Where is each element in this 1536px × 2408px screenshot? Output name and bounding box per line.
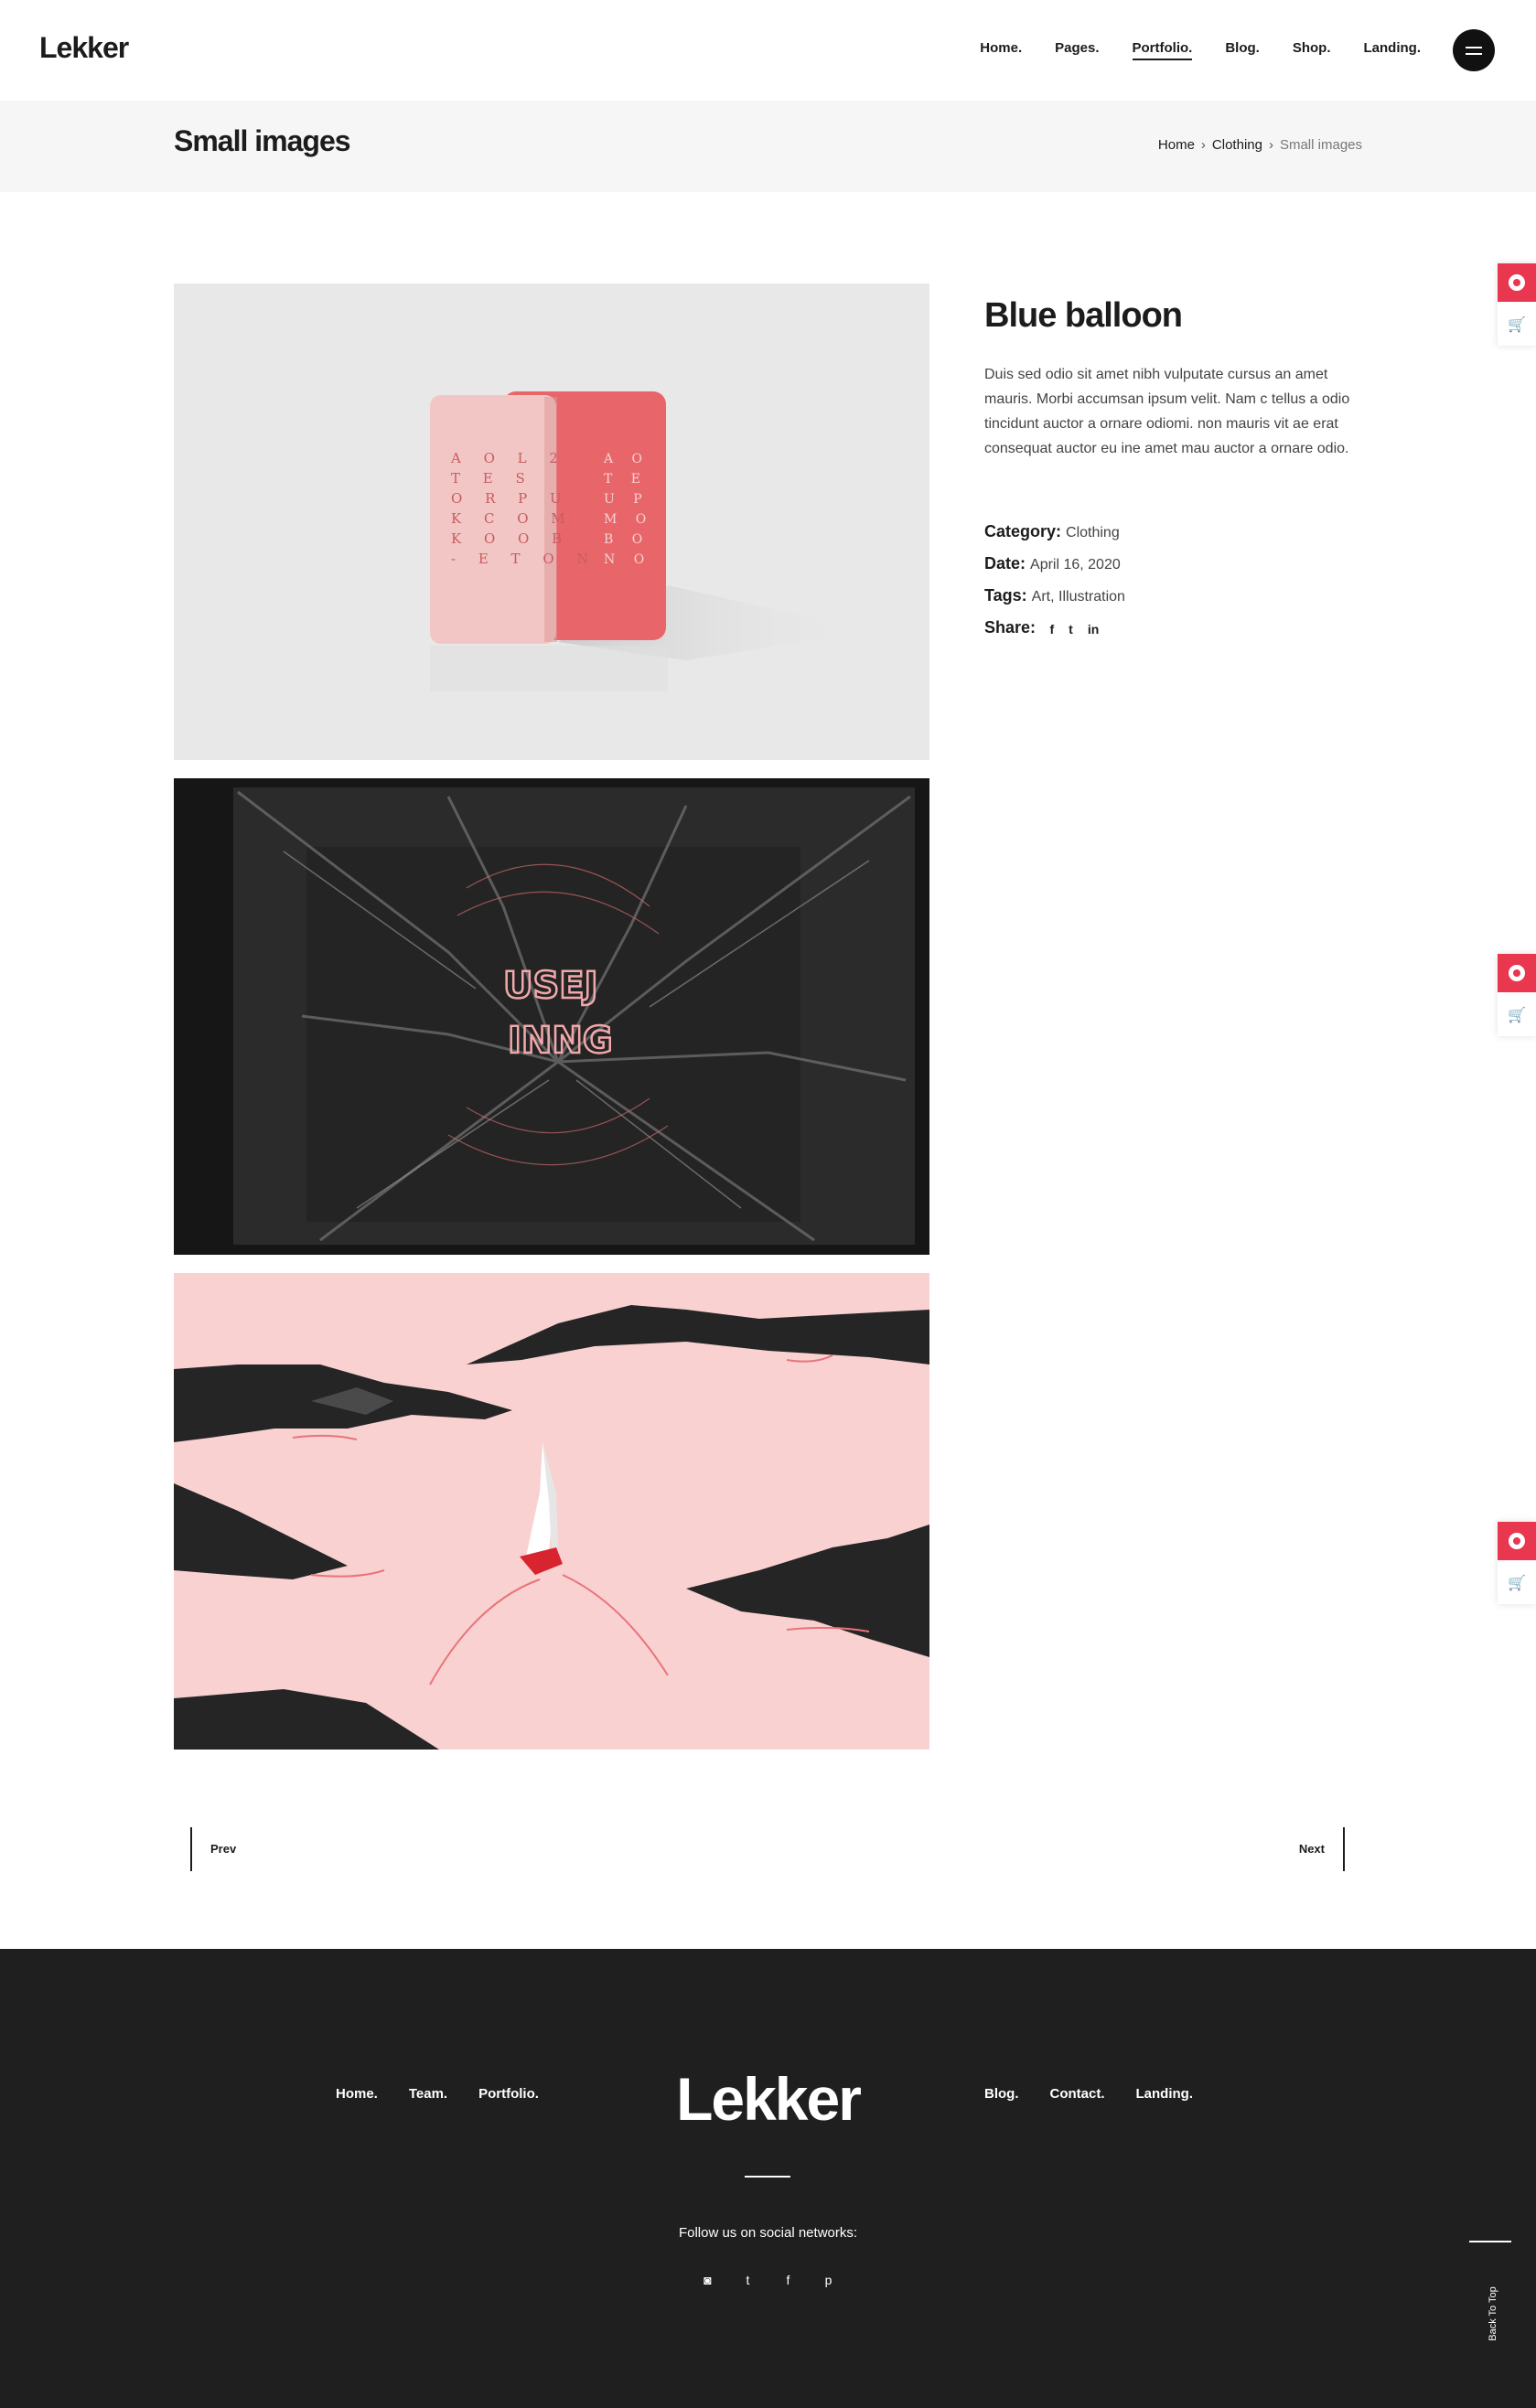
nav-blog[interactable]: Blog. [1225, 40, 1260, 60]
svg-text:T E: T E [604, 472, 648, 487]
cart-icon[interactable]: 🛒 [1498, 1566, 1536, 1600]
meta-share-label: Share: [984, 618, 1037, 637]
meta-tags: Tags: Art, Illustration [984, 586, 1125, 605]
breadcrumb-clothing[interactable]: Clothing [1212, 137, 1262, 153]
cart-icon[interactable]: 🛒 [1498, 307, 1536, 342]
back-to-top-line [1469, 2241, 1511, 2242]
nav-pages[interactable]: Pages. [1055, 40, 1099, 60]
facebook-icon[interactable]: f [1049, 622, 1054, 637]
svg-text:U P: U P [604, 492, 650, 507]
wrapped-poster-illustration: USEJ INNG [233, 787, 915, 1245]
svg-text:T E S: T E S [451, 470, 534, 487]
meta-category-value[interactable]: Clothing [1066, 525, 1120, 540]
prev-link[interactable]: Prev [190, 1827, 236, 1871]
svg-text:USEJ: USEJ [503, 965, 598, 1007]
nav-shop[interactable]: Shop. [1293, 40, 1331, 60]
page-title: Small images [174, 124, 351, 157]
meta-date-label: Date: [984, 554, 1026, 573]
product-description: Duis sed odio sit amet nibh vulputate cu… [984, 367, 1350, 456]
twitter-icon[interactable]: t [741, 2273, 756, 2287]
footer-nav-right: Blog. Contact. Landing. [984, 2086, 1193, 2102]
hamburger-menu-icon[interactable] [1453, 29, 1495, 71]
breadcrumb-home[interactable]: Home [1158, 137, 1195, 153]
product-image-notebooks[interactable]: A O L 2 T E S O R P U K C O M K O O B - … [174, 284, 929, 760]
meta-date: Date: April 16, 2020 [984, 554, 1121, 573]
svg-text:O R P U: O R P U [451, 490, 571, 507]
meta-tags-value[interactable]: Art, Illustration [1032, 589, 1125, 605]
meta-tags-label: Tags: [984, 586, 1027, 605]
svg-text:K C O M: K C O M [451, 510, 575, 527]
theme-demo-icon[interactable] [1498, 954, 1536, 992]
footer-logo[interactable]: Lekker [0, 2064, 1536, 2134]
product-image-poster[interactable]: USEJ INNG [174, 778, 929, 1255]
share-icons: f t in [1049, 622, 1099, 637]
meta-share: Share: f t in [984, 618, 1099, 637]
svg-text:- E T O N: - E T O N [451, 551, 598, 567]
footer-nav-landing[interactable]: Landing. [1136, 2086, 1194, 2102]
site-footer: Home. Team. Portfolio. Lekker Blog. Cont… [0, 1949, 1536, 2408]
theme-demo-icon[interactable] [1498, 1522, 1536, 1560]
sailboat-illustration [174, 1305, 929, 1750]
breadcrumb: Home › Clothing › Small images [1158, 137, 1362, 153]
footer-nav-contact[interactable]: Contact. [1050, 2086, 1105, 2102]
instagram-icon[interactable]: ◙ [701, 2273, 715, 2287]
facebook-icon[interactable]: f [781, 2273, 796, 2287]
notebooks-illustration: A O L 2 T E S O R P U K C O M K O O B - … [430, 391, 869, 691]
svg-text:M O: M O [604, 512, 653, 527]
svg-text:N O: N O [604, 552, 651, 567]
linkedin-icon[interactable]: in [1088, 622, 1099, 637]
side-widget: 🛒 [1498, 1522, 1536, 1604]
next-link[interactable]: Next [1299, 1827, 1345, 1871]
nav-home[interactable]: Home. [980, 40, 1022, 60]
svg-text:B O: B O [604, 532, 650, 547]
site-header: Lekker Home. Pages. Portfolio. Blog. Sho… [0, 0, 1536, 101]
site-logo[interactable]: Lekker [39, 31, 129, 65]
main-nav: Home. Pages. Portfolio. Blog. Shop. Land… [980, 40, 1421, 60]
svg-text:INNG: INNG [508, 1020, 613, 1062]
svg-text:A O L 2: A O L 2 [450, 450, 567, 466]
back-to-top-label: Back To Top [1488, 2286, 1498, 2341]
svg-text:K O O B: K O O B [451, 530, 571, 547]
footer-divider [745, 2176, 790, 2178]
meta-category-label: Category: [984, 522, 1062, 540]
footer-social-icons: ◙ t f p [0, 2273, 1536, 2287]
follow-text: Follow us on social networks: [678, 2225, 858, 2241]
cart-icon[interactable]: 🛒 [1498, 998, 1536, 1033]
chevron-right-icon: › [1200, 137, 1206, 153]
meta-category: Category: Clothing [984, 522, 1120, 541]
side-widget: 🛒 [1498, 954, 1536, 1036]
twitter-icon[interactable]: t [1069, 622, 1073, 637]
side-widget: 🛒 [1498, 263, 1536, 346]
title-bar: Small images Home › Clothing › Small ima… [0, 101, 1536, 192]
svg-text:A O: A O [603, 452, 650, 466]
nav-landing[interactable]: Landing. [1364, 40, 1422, 60]
product-image-sailboat[interactable] [174, 1273, 929, 1750]
breadcrumb-current: Small images [1279, 137, 1362, 153]
product-title: Blue balloon [984, 296, 1183, 335]
theme-demo-icon[interactable] [1498, 263, 1536, 302]
footer-nav-blog[interactable]: Blog. [984, 2086, 1019, 2102]
meta-date-value: April 16, 2020 [1030, 557, 1121, 573]
pinterest-icon[interactable]: p [822, 2273, 836, 2287]
chevron-right-icon: › [1268, 137, 1273, 153]
nav-portfolio[interactable]: Portfolio. [1132, 40, 1193, 60]
